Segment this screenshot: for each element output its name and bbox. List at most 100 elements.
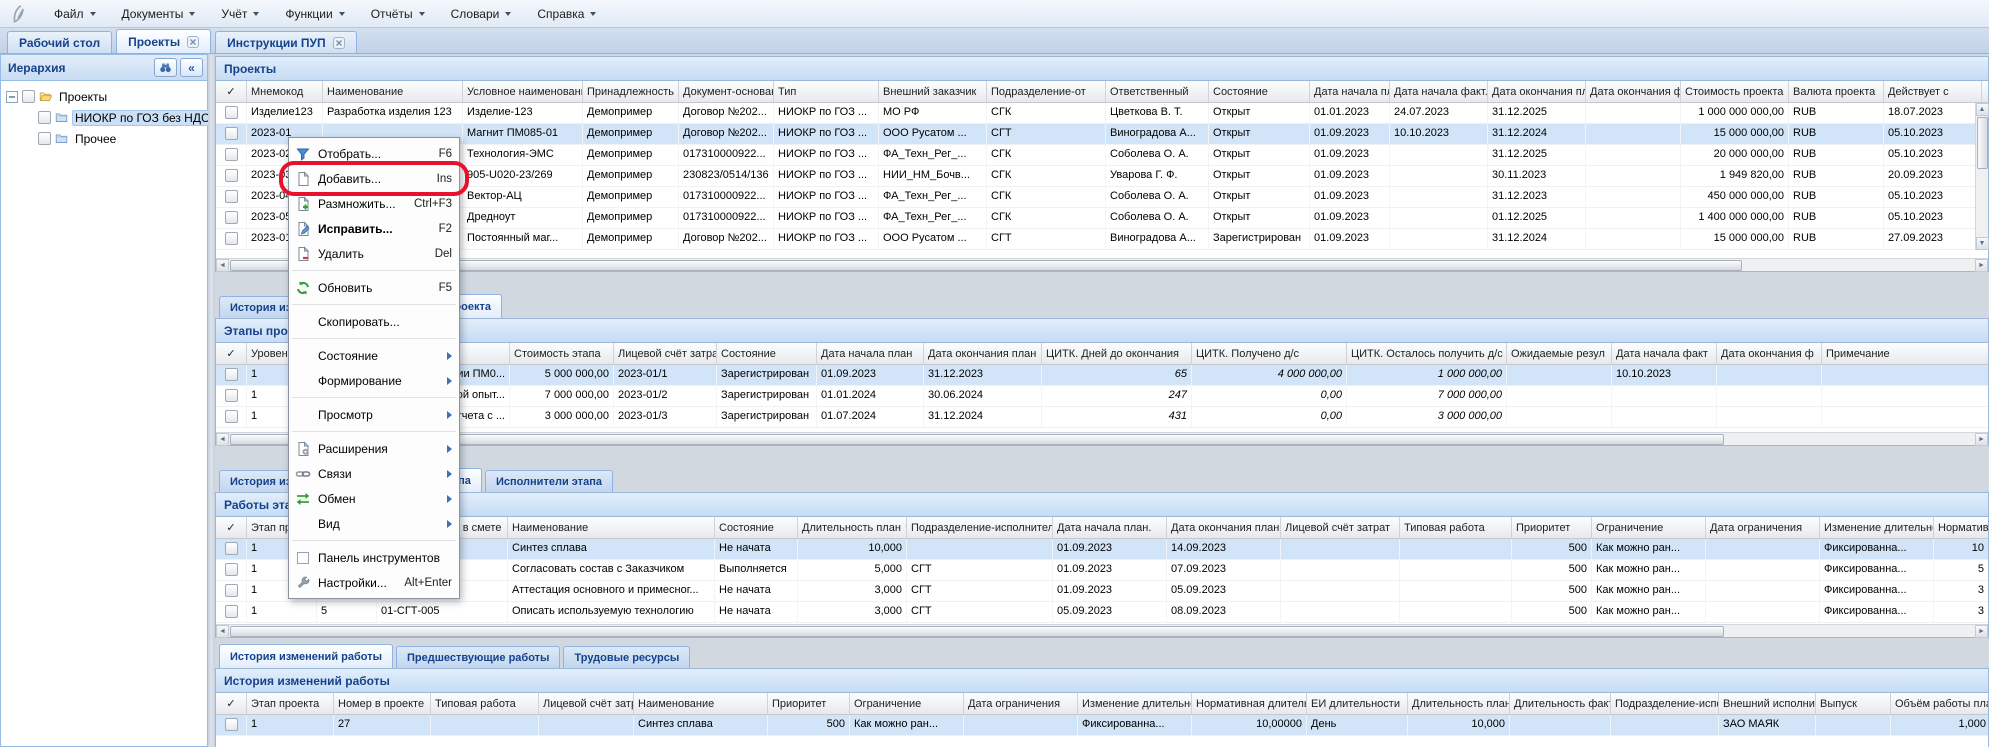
projects-col-6[interactable]: Тип <box>774 81 879 102</box>
menubar-item-5[interactable]: Словари <box>438 2 525 26</box>
context-menu-item-15[interactable]: Расширения <box>289 436 459 461</box>
context-menu-item-6[interactable]: ОбновитьF5 <box>289 275 459 300</box>
context-menu-item-20[interactable]: Панель инструментов <box>289 545 459 570</box>
row-checkbox[interactable] <box>225 410 238 423</box>
history-col-17[interactable]: Объём работы план <box>1891 693 1988 714</box>
close-icon[interactable] <box>333 37 345 49</box>
works-col-5[interactable]: Состояние <box>715 517 798 538</box>
works-col-10[interactable]: Лицевой счёт затрат <box>1281 517 1400 538</box>
context-menu-item-1[interactable]: Добавить...Ins <box>289 166 459 191</box>
stages-col-12[interactable]: Дата начала факт <box>1612 343 1717 364</box>
table-row[interactable]: 2023-01Магнит ПМ085-01ДемопримерДоговор … <box>216 124 1988 145</box>
stages-col-5[interactable]: Состояние <box>717 343 817 364</box>
row-checkbox[interactable] <box>225 718 238 731</box>
scroll-left-icon[interactable]: ◄ <box>216 433 229 446</box>
history-col-16[interactable]: Выпуск <box>1816 693 1891 714</box>
projects-col-7[interactable]: Внешний заказчик <box>879 81 987 102</box>
works-col-16[interactable]: Нормативная длительность <box>1934 517 1988 538</box>
projects-col-12[interactable]: Дата начала факт. <box>1390 81 1488 102</box>
stages-col-7[interactable]: Дата окончания план <box>924 343 1042 364</box>
row-checkbox[interactable] <box>225 169 238 182</box>
projects-col-3[interactable]: Условное наименование <box>463 81 583 102</box>
menubar-item-3[interactable]: Функции <box>272 2 357 26</box>
tab-2[interactable]: Инструкции ПУП <box>215 31 356 53</box>
table-row[interactable]: 1й партии ПМ0...5 000 000,002023-01/1Зар… <box>216 365 1988 386</box>
works-col-6[interactable]: Длительность план▼ <box>798 517 907 538</box>
works-col-12[interactable]: Приоритет <box>1512 517 1592 538</box>
projects-col-14[interactable]: Дата окончания факт. <box>1586 81 1681 102</box>
history-col-12[interactable]: Длительность план <box>1408 693 1510 714</box>
history-col-10[interactable]: Нормативная длительность <box>1192 693 1307 714</box>
projects-col-17[interactable]: Действует с <box>1884 81 1982 102</box>
tab-1[interactable]: Проекты <box>116 29 211 53</box>
row-checkbox[interactable] <box>225 389 238 402</box>
table-row[interactable]: 2023-05ДредноутДемопример017310000922...… <box>216 208 1988 229</box>
history-col-14[interactable]: Подразделение-исполнитель <box>1611 693 1719 714</box>
row-checkbox[interactable] <box>225 368 238 381</box>
stages-col-11[interactable]: Ожидаемые резул <box>1507 343 1612 364</box>
table-row[interactable]: 1ого отчета с ...3 000 000,002023-01/3За… <box>216 407 1988 428</box>
history-col-7[interactable]: Ограничение <box>850 693 964 714</box>
works-col-8[interactable]: Дата начала план. <box>1053 517 1167 538</box>
row-checkbox[interactable] <box>225 211 238 224</box>
history-col-5[interactable]: Наименование <box>634 693 768 714</box>
close-icon[interactable] <box>187 36 199 48</box>
context-menu-item-11[interactable]: Формирование <box>289 368 459 393</box>
table-row[interactable]: Изделие123Разработка изделия 123Изделие-… <box>216 103 1988 124</box>
table-row[interactable]: 2023-01тПостоянный маг...ДемопримерДогов… <box>216 229 1988 250</box>
stages-col-3[interactable]: Стоимость этапа <box>510 343 614 364</box>
stages-col-6[interactable]: Дата начала план <box>817 343 924 364</box>
projects-col-8[interactable]: Подразделение-от <box>987 81 1106 102</box>
history-tab-0[interactable]: История изменений работы <box>219 644 393 668</box>
projects-col-10[interactable]: Состояние <box>1209 81 1310 102</box>
works-col-9[interactable]: Дата окончания план. <box>1167 517 1281 538</box>
row-checkbox[interactable] <box>225 563 238 576</box>
works-col-11[interactable]: Типовая работа <box>1400 517 1512 538</box>
row-checkbox[interactable] <box>225 106 238 119</box>
context-menu-item-4[interactable]: УдалитьDel <box>289 241 459 266</box>
scroll-right-icon[interactable]: ► <box>1975 433 1988 446</box>
projects-col-13[interactable]: Дата окончания план. <box>1488 81 1586 102</box>
projects-col-9[interactable]: Ответственный <box>1106 81 1209 102</box>
row-checkbox[interactable] <box>225 190 238 203</box>
stages-col-9[interactable]: ЦИТК. Получено д/с <box>1192 343 1347 364</box>
history-col-4[interactable]: Лицевой счёт затрат <box>539 693 634 714</box>
scroll-left-icon[interactable]: ◄ <box>216 625 229 638</box>
table-row[interactable]: 1Синтез сплаваНе начата10,00001.09.20231… <box>216 539 1988 560</box>
table-row[interactable]: 2023-02Технология-ЭМСДемопример017310000… <box>216 145 1988 166</box>
history-col-15[interactable]: Внешний исполнитель <box>1719 693 1816 714</box>
context-menu-item-2[interactable]: Размножить...Ctrl+F3 <box>289 191 459 216</box>
history-col-9[interactable]: Изменение длительности <box>1078 693 1192 714</box>
menubar-item-2[interactable]: Учёт <box>208 2 272 26</box>
tree-item-1[interactable]: НИОКР по ГОЗ без НДС <box>4 107 204 128</box>
works-col-13[interactable]: Ограничение <box>1592 517 1706 538</box>
row-checkbox[interactable] <box>225 148 238 161</box>
context-menu-item-10[interactable]: Состояние <box>289 343 459 368</box>
works-col-14[interactable]: Дата ограничения <box>1706 517 1820 538</box>
history-col-13[interactable]: Длительность факт <box>1510 693 1611 714</box>
table-row[interactable]: 2023-04Вектор-АЦДемопример017310000922..… <box>216 187 1988 208</box>
tree-expander-icon[interactable] <box>6 91 18 103</box>
projects-col-4[interactable]: Принадлежность <box>583 81 679 102</box>
tab-0[interactable]: Рабочий стол <box>7 31 112 53</box>
history-col-0[interactable]: ✓ <box>216 693 247 714</box>
context-menu-item-18[interactable]: Вид <box>289 511 459 536</box>
horizontal-scrollbar[interactable]: ◄► <box>216 258 1988 271</box>
context-menu-item-8[interactable]: Скопировать... <box>289 309 459 334</box>
stages-col-14[interactable]: Примечание <box>1822 343 1988 364</box>
stages-col-4[interactable]: Лицевой счёт затрат. <box>614 343 717 364</box>
projects-col-11[interactable]: Дата начала план. <box>1310 81 1390 102</box>
horizontal-scrollbar[interactable]: ◄► <box>216 624 1988 637</box>
tree-checkbox[interactable] <box>38 132 51 145</box>
history-col-2[interactable]: Номер в проекте <box>334 693 431 714</box>
horizontal-scrollbar[interactable]: ◄► <box>216 432 1988 445</box>
stages-col-13[interactable]: Дата окончания ф <box>1717 343 1822 364</box>
works-col-7[interactable]: Подразделение-исполнитель <box>907 517 1053 538</box>
projects-col-1[interactable]: Мнемокод <box>247 81 323 102</box>
history-tab-2[interactable]: Трудовые ресурсы <box>563 646 690 668</box>
context-menu-item-0[interactable]: Отобрать...F6 <box>289 141 459 166</box>
works-col-4[interactable]: Наименование <box>508 517 715 538</box>
scroll-left-icon[interactable]: ◄ <box>216 259 229 272</box>
scroll-right-icon[interactable]: ► <box>1975 259 1988 272</box>
context-menu-item-17[interactable]: Обмен <box>289 486 459 511</box>
